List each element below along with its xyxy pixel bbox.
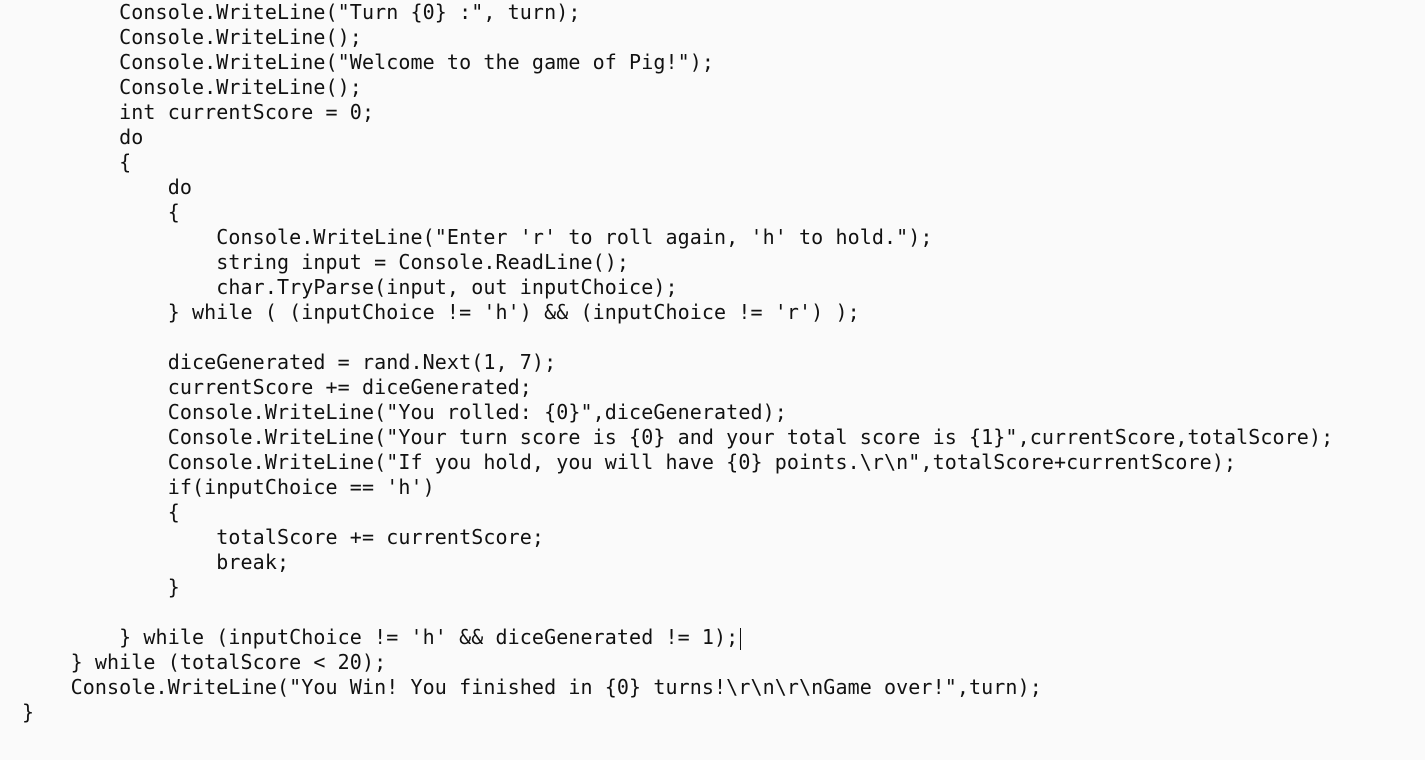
code-line[interactable]: { xyxy=(22,200,1333,225)
code-line[interactable]: { xyxy=(22,500,1333,525)
code-line[interactable]: } while ( (inputChoice != 'h') && (input… xyxy=(22,300,1333,325)
code-line[interactable]: do xyxy=(22,175,1333,200)
code-line[interactable]: Console.WriteLine(); xyxy=(22,75,1333,100)
code-line[interactable]: break; xyxy=(22,550,1333,575)
code-line[interactable]: { xyxy=(22,150,1333,175)
code-line[interactable] xyxy=(22,600,1333,625)
code-line[interactable]: string input = Console.ReadLine(); xyxy=(22,250,1333,275)
code-line[interactable]: } xyxy=(22,575,1333,600)
code-text-area[interactable]: Console.WriteLine("Turn {0} :", turn); C… xyxy=(22,0,1333,725)
code-line-with-caret[interactable]: } while (inputChoice != 'h' && diceGener… xyxy=(22,625,1333,650)
code-line[interactable]: Console.WriteLine("Your turn score is {0… xyxy=(22,425,1333,450)
text-caret xyxy=(740,627,742,650)
code-line[interactable]: currentScore += diceGenerated; xyxy=(22,375,1333,400)
code-line[interactable]: Console.WriteLine("You rolled: {0}",dice… xyxy=(22,400,1333,425)
code-line[interactable]: int currentScore = 0; xyxy=(22,100,1333,125)
code-line[interactable] xyxy=(22,325,1333,350)
code-line[interactable]: if(inputChoice == 'h') xyxy=(22,475,1333,500)
code-line[interactable]: Console.WriteLine("Welcome to the game o… xyxy=(22,50,1333,75)
code-line[interactable]: Console.WriteLine("Turn {0} :", turn); xyxy=(22,0,1333,25)
code-line[interactable]: Console.WriteLine("You Win! You finished… xyxy=(22,675,1333,700)
code-line-text[interactable]: } while (inputChoice != 'h' && diceGener… xyxy=(22,625,738,649)
code-editor[interactable]: Console.WriteLine("Turn {0} :", turn); C… xyxy=(0,0,1425,760)
code-line[interactable]: Console.WriteLine("Enter 'r' to roll aga… xyxy=(22,225,1333,250)
code-line[interactable]: do xyxy=(22,125,1333,150)
code-line[interactable]: diceGenerated = rand.Next(1, 7); xyxy=(22,350,1333,375)
code-line[interactable]: char.TryParse(input, out inputChoice); xyxy=(22,275,1333,300)
code-line[interactable]: } while (totalScore < 20); xyxy=(22,650,1333,675)
code-line[interactable]: Console.WriteLine(); xyxy=(22,25,1333,50)
code-line[interactable]: } xyxy=(22,700,1333,725)
code-line[interactable]: Console.WriteLine("If you hold, you will… xyxy=(22,450,1333,475)
code-line[interactable]: totalScore += currentScore; xyxy=(22,525,1333,550)
